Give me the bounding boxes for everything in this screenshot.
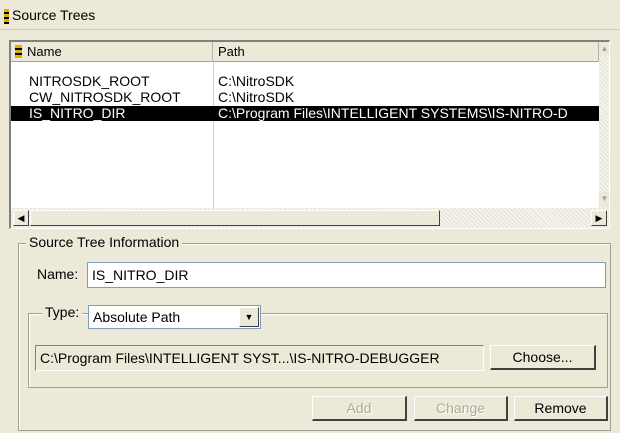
row-name: CW_NITROSDK_ROOT <box>29 89 181 105</box>
sort-icon <box>15 45 22 58</box>
horizontal-scrollbar[interactable]: ◀ ▶ <box>11 208 609 228</box>
source-trees-icon <box>4 9 9 24</box>
chevron-down-icon[interactable]: ▼ <box>239 307 259 327</box>
row-path: C:\Program Files\INTELLIGENT SYSTEMS\IS-… <box>218 105 568 121</box>
vertical-scrollbar[interactable]: ▲ ▼ <box>599 42 609 208</box>
column-header-name[interactable]: Name <box>11 42 213 62</box>
column-header-path[interactable]: Path <box>214 42 599 62</box>
scroll-down-icon[interactable]: ▼ <box>599 192 609 206</box>
list-row[interactable]: NITROSDK_ROOT C:\NitroSDK <box>11 74 599 89</box>
panel-title: Source Trees <box>12 7 96 23</box>
type-select[interactable]: Absolute Path ▼ <box>88 305 261 329</box>
name-field[interactable]: IS_NITRO_DIR <box>87 262 606 288</box>
title-bar: Source Trees <box>0 0 620 30</box>
scroll-right-icon[interactable]: ▶ <box>591 210 607 226</box>
list-row-selected[interactable]: IS_NITRO_DIR C:\Program Files\INTELLIGEN… <box>11 106 599 121</box>
path-display: C:\Program Files\INTELLIGENT SYST...\IS-… <box>35 345 484 371</box>
scroll-left-icon[interactable]: ◀ <box>13 210 29 226</box>
type-label: Type: <box>42 304 83 320</box>
change-button[interactable]: Change <box>414 396 508 421</box>
source-trees-list[interactable]: Name Path NITROSDK_ROOT C:\NitroSDK CW_N… <box>9 40 610 229</box>
row-name: NITROSDK_ROOT <box>29 73 150 89</box>
source-tree-info-label: Source Tree Information <box>26 234 183 250</box>
type-select-value: Absolute Path <box>93 309 181 325</box>
title-divider <box>0 29 620 30</box>
remove-button[interactable]: Remove <box>514 396 608 421</box>
list-row[interactable]: CW_NITROSDK_ROOT C:\NitroSDK <box>11 90 599 105</box>
name-label: Name: <box>37 266 79 282</box>
row-path: C:\NitroSDK <box>218 73 295 89</box>
column-header-name-label: Name <box>27 44 62 59</box>
add-button[interactable]: Add <box>312 396 407 421</box>
row-path: C:\NitroSDK <box>218 89 295 105</box>
choose-button[interactable]: Choose... <box>490 345 596 370</box>
row-name: IS_NITRO_DIR <box>29 105 126 121</box>
scroll-up-icon[interactable]: ▲ <box>599 42 609 56</box>
list-header: Name Path <box>11 42 599 62</box>
scroll-thumb[interactable] <box>30 210 440 226</box>
